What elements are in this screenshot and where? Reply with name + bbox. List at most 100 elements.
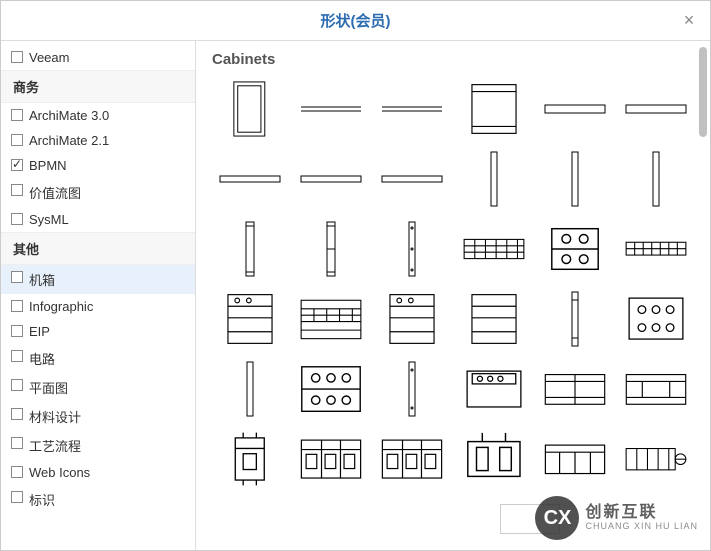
dialog-header: 形状(会员) × [1,1,710,41]
sidebar-item-circuit[interactable]: 电路 [1,344,195,373]
checkbox-icon [11,300,23,312]
shape-stacked-2[interactable] [375,288,450,350]
shape-disconnect-switch[interactable] [619,428,694,490]
checkbox-icon [11,213,23,225]
shape-vert-hatch-3[interactable] [375,218,450,280]
shape-stacked-1[interactable] [212,288,287,350]
shape-cabinet-panel[interactable] [456,78,531,140]
shape-panel-top[interactable] [456,358,531,420]
dialog-body: Veeam 商务 ArchiMate 3.0 ArchiMate 2.1 BPM… [1,41,710,550]
shape-vert-hatch-2[interactable] [293,218,368,280]
close-button[interactable]: × [678,9,700,31]
watermark-en: CHUANG XIN HU LIAN [585,522,698,532]
shape-circle-panel-2[interactable] [619,288,694,350]
sidebar-item-archimate30[interactable]: ArchiMate 3.0 [1,103,195,128]
main-scrollbar[interactable] [699,47,707,544]
shape-grid-panel-1[interactable] [456,218,531,280]
checkbox-icon [11,51,23,63]
checkbox-icon [11,184,23,196]
sidebar-item-label: 平面图 [29,381,68,396]
shape-stacked-grid[interactable] [293,288,368,350]
sidebar-item-cabinets[interactable]: 机箱 [1,265,195,294]
sidebar-group-other: 其他 [1,232,195,265]
sidebar-item-signs[interactable]: 标识 [1,485,195,514]
checkbox-icon [11,437,23,449]
checkbox-icon [11,271,23,283]
sidebar-item-process[interactable]: 工艺流程 [1,431,195,460]
sidebar-item-label: 工艺流程 [29,439,81,454]
sidebar-item-label: 价值流图 [29,186,81,201]
shape-slim-bar-3[interactable] [375,148,450,210]
shape-cabinet-open[interactable] [212,78,287,140]
shape-slim-bar-1[interactable] [212,148,287,210]
shape-connector-block[interactable] [456,428,531,490]
checkbox-icon [11,466,23,478]
shape-circle-panel-1[interactable] [537,218,612,280]
shape-switch-block[interactable] [537,428,612,490]
sidebar-item-label: 标识 [29,493,55,508]
shape-grid-panel-2[interactable] [619,218,694,280]
checkbox-icon [11,491,23,503]
sidebar-item-label: BPMN [29,158,67,173]
sidebar-item-valuestream[interactable]: 价值流图 [1,178,195,207]
watermark-logo-icon: CX [535,496,579,540]
main-panel: Cabinets [196,41,710,550]
shape-bar-2[interactable] [619,78,694,140]
sidebar-item-infographic[interactable]: Infographic [1,294,195,319]
sidebar-item-label: 机箱 [29,273,55,288]
checkbox-icon [11,325,23,337]
shape-grid [212,78,694,490]
sidebar-item-label: ArchiMate 2.1 [29,133,109,148]
sidebar-item-label: ArchiMate 3.0 [29,108,109,123]
sidebar-item-label: 材料设计 [29,410,81,425]
shape-rail-thin-1[interactable] [293,78,368,140]
checkbox-checked-icon [11,159,23,171]
sidebar-item-eip[interactable]: EIP [1,319,195,344]
sidebar-item-material[interactable]: 材料设计 [1,402,195,431]
scrollbar-thumb[interactable] [699,47,707,137]
sidebar: Veeam 商务 ArchiMate 3.0 ArchiMate 2.1 BPM… [1,41,196,550]
watermark: CX 创新互联 CHUANG XIN HU LIAN [535,496,698,540]
shape-vert-hatch-1[interactable] [212,218,287,280]
shape-breaker-3[interactable] [293,428,368,490]
checkbox-icon [11,109,23,121]
shape-breaker-3b[interactable] [375,428,450,490]
shape-circle-panel-3[interactable] [293,358,368,420]
section-title: Cabinets [212,51,694,68]
shape-vert-slim-2[interactable] [537,148,612,210]
sidebar-item-sysml[interactable]: SysML [1,207,195,232]
shapes-dialog: 形状(会员) × Veeam 商务 ArchiMate 3.0 ArchiMat… [0,0,711,551]
shape-stacked-3[interactable] [456,288,531,350]
shape-slim-bar-2[interactable] [293,148,368,210]
shape-vert-bar[interactable] [212,358,287,420]
watermark-cn: 创新互联 [585,504,698,522]
sidebar-item-bpmn[interactable]: BPMN [1,153,195,178]
shape-vert-dotted[interactable] [375,358,450,420]
shape-list[interactable]: Cabinets [196,41,710,550]
shape-vert-narrow[interactable] [537,288,612,350]
shape-vert-slim-1[interactable] [456,148,531,210]
sidebar-item-archimate21[interactable]: ArchiMate 2.1 [1,128,195,153]
sidebar-item-label: EIP [29,324,50,339]
checkbox-icon [11,134,23,146]
sidebar-item-veeam[interactable]: Veeam [1,45,195,70]
watermark-text: 创新互联 CHUANG XIN HU LIAN [585,504,698,531]
checkbox-icon [11,408,23,420]
close-icon: × [684,10,695,31]
shape-rail-thin-2[interactable] [375,78,450,140]
sidebar-item-label: Infographic [29,299,93,314]
shape-breaker-1[interactable] [212,428,287,490]
dialog-title: 形状(会员) [321,10,391,31]
checkbox-icon [11,379,23,391]
shape-box-divided-1[interactable] [537,358,612,420]
sidebar-item-label: Veeam [29,50,69,65]
checkbox-icon [11,350,23,362]
shape-bar-1[interactable] [537,78,612,140]
sidebar-item-webicons[interactable]: Web Icons [1,460,195,485]
sidebar-item-label: 电路 [29,352,55,367]
sidebar-group-business: 商务 [1,70,195,103]
shape-vert-slim-3[interactable] [619,148,694,210]
shape-box-divided-2[interactable] [619,358,694,420]
sidebar-item-label: SysML [29,212,69,227]
sidebar-item-floorplan[interactable]: 平面图 [1,373,195,402]
